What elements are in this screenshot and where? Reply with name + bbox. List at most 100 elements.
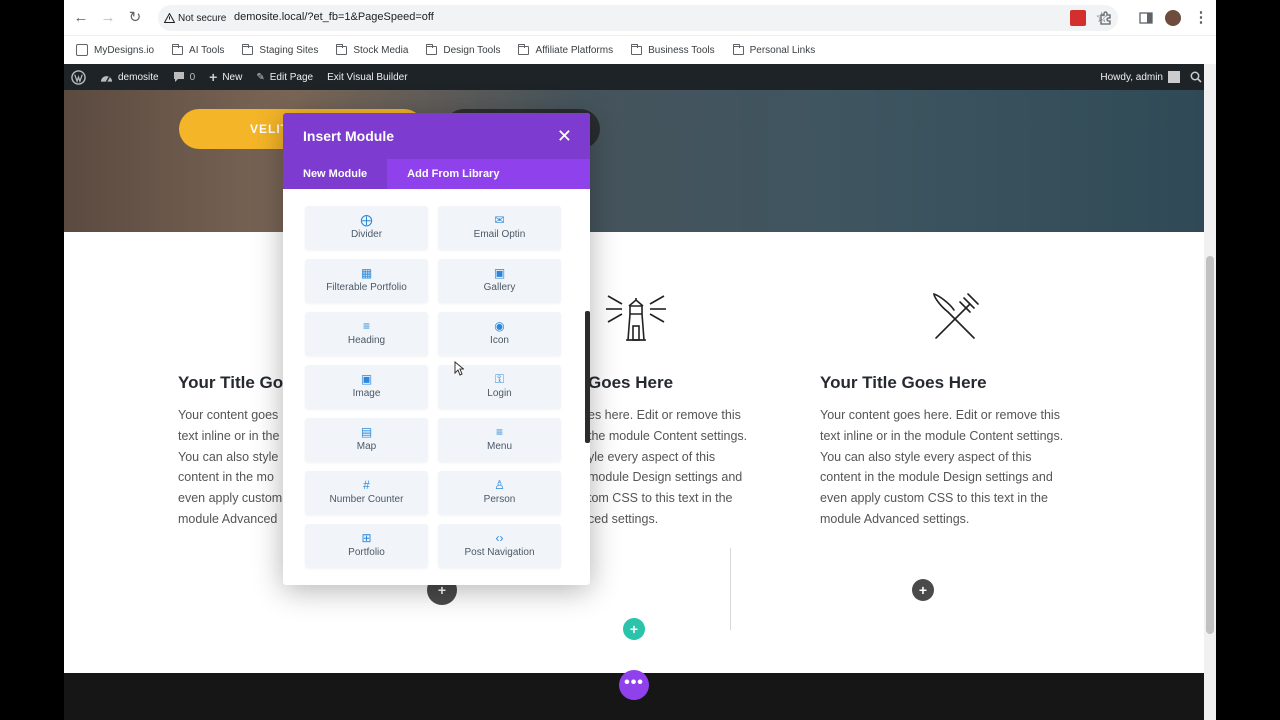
modal-scrollbar-thumb[interactable] [585,311,590,443]
grid-icon: ▦ [360,266,373,280]
module-icon[interactable]: ◉ Icon [438,312,561,356]
plus-icon: + [209,69,218,85]
address-bar[interactable]: Not secure demosite.local/?et_fb=1&PageS… [158,5,1118,31]
insert-module-modal: Insert Module ✕ New Module Add From Libr… [283,113,590,585]
module-label: Number Counter [329,494,404,505]
page-settings-button[interactable]: ••• [619,670,649,700]
wp-exit-visual-builder[interactable]: Exit Visual Builder [320,64,414,90]
module-filterable-portfolio[interactable]: ▦ Filterable Portfolio [305,259,428,303]
url-text: demosite.local/?et_fb=1&PageSpeed=off [234,11,434,23]
module-label: Heading [347,335,386,346]
bookmarks-bar: MyDesigns.io AI Tools Staging Sites Stoc… [64,36,1216,64]
profile-avatar[interactable] [1165,10,1181,26]
security-indicator[interactable]: Not secure [164,10,226,26]
modal-header: Insert Module ✕ [283,113,590,159]
bookmark-stock-media[interactable]: Stock Media [336,43,409,56]
menu-dots-icon[interactable]: ⋮ [1192,9,1210,27]
wp-new-menu[interactable]: + New [202,64,249,90]
map-icon: ▤ [360,425,373,439]
folder-icon [172,43,184,55]
column-divider [730,548,731,630]
wp-comments[interactable]: 0 [166,64,203,90]
wp-site-menu[interactable]: demosite [93,64,166,90]
bookmark-mydesigns[interactable]: MyDesigns.io [76,44,154,56]
wp-howdy-text: Howdy, admin [1100,71,1163,83]
module-image[interactable]: ▣ Image [305,365,428,409]
module-number-counter[interactable]: # Number Counter [305,471,428,515]
module-email-optin[interactable]: ✉ Email Optin [438,206,561,250]
fork-knife-icon [933,292,979,339]
page-scrollbar[interactable] [1204,64,1216,720]
module-gallery[interactable]: ▣ Gallery [438,259,561,303]
extensions-puzzle-icon[interactable] [1098,10,1114,26]
heading-icon: ≡ [362,319,370,333]
scrollbar-thumb[interactable] [1206,256,1214,634]
modal-title: Insert Module [303,128,395,144]
pencil-icon: ✎ [256,71,265,83]
bookmark-ai-tools[interactable]: AI Tools [172,43,225,56]
module-label: Menu [486,441,512,452]
bookmark-business-tools[interactable]: Business Tools [631,43,715,56]
menu-icon: ≡ [495,425,503,439]
add-module-button[interactable]: + [912,579,934,601]
module-grid: ⨁ Divider ✉ Email Optin ▦ Filterable Por… [305,206,561,568]
module-label: Filterable Portfolio [326,282,407,293]
module-menu[interactable]: ≡ Menu [438,418,561,462]
wp-new-label: New [222,71,243,83]
extension-icon[interactable] [1070,10,1086,26]
search-icon[interactable] [1190,71,1202,83]
forward-arrow-icon[interactable]: → [99,9,117,27]
folder-icon [336,43,348,55]
modal-tabs: New Module Add From Library [283,159,590,189]
bookmark-label: Stock Media [353,44,409,56]
comment-bubble-icon [173,72,184,82]
reload-icon[interactable]: ↻ [126,9,144,27]
folder-icon [732,43,744,55]
bookmark-label: Personal Links [749,44,816,56]
warning-icon [164,13,175,23]
divider-icon: ⨁ [360,213,373,227]
bookmark-affiliate-platforms[interactable]: Affiliate Platforms [518,43,613,56]
wp-site-name: demosite [118,71,159,83]
folder-icon [426,43,438,55]
add-row-button[interactable]: + [623,618,645,640]
code-icon: ‹› [495,531,504,545]
wp-edit-page-label: Edit Page [269,71,314,83]
module-label: Portfolio [348,547,385,558]
hero-section: VELIT [64,90,1204,232]
wp-logo-menu[interactable] [64,64,93,90]
module-map[interactable]: ▤ Map [305,418,428,462]
bookmark-staging-sites[interactable]: Staging Sites [242,43,319,56]
bookmark-label: MyDesigns.io [94,44,155,56]
wordpress-logo-icon [71,69,86,85]
module-label: Divider [350,229,383,240]
page-canvas: VELIT Your Title Go Your content goes te… [64,90,1204,720]
security-label: Not secure [178,12,227,24]
module-divider[interactable]: ⨁ Divider [305,206,428,250]
module-label: Email Optin [473,229,526,240]
tab-new-module[interactable]: New Module [283,159,388,189]
module-heading[interactable]: ≡ Heading [305,312,428,356]
side-panel-icon[interactable] [1138,10,1154,26]
bookmark-label: Staging Sites [259,44,319,56]
bookmark-design-tools[interactable]: Design Tools [426,43,500,56]
module-portfolio[interactable]: ⊞ Portfolio [305,524,428,568]
blurb-text: Your content goes here. Edit or remove t… [820,408,1064,526]
mouse-cursor-icon [454,361,464,376]
module-label: Post Navigation [464,547,535,558]
module-label: Gallery [483,282,516,293]
module-person[interactable]: ♙ Person [438,471,561,515]
wp-edit-page[interactable]: ✎ Edit Page [249,64,320,90]
back-arrow-icon[interactable]: ← [72,9,90,27]
bookmark-label: AI Tools [189,44,225,56]
module-post-navigation[interactable]: ‹› Post Navigation [438,524,561,568]
wp-exit-builder-label: Exit Visual Builder [327,71,408,83]
bookmark-personal-links[interactable]: Personal Links [732,43,816,56]
tab-add-from-library[interactable]: Add From Library [387,159,519,189]
wp-account-menu[interactable]: Howdy, admin [1100,64,1180,90]
blurb-title: Your Title Goes Here [820,373,987,392]
target-icon: ◉ [494,319,505,333]
blurb-title: Your Title Go [178,373,284,392]
close-icon[interactable]: ✕ [557,126,572,147]
dashboard-gauge-icon [100,76,113,83]
